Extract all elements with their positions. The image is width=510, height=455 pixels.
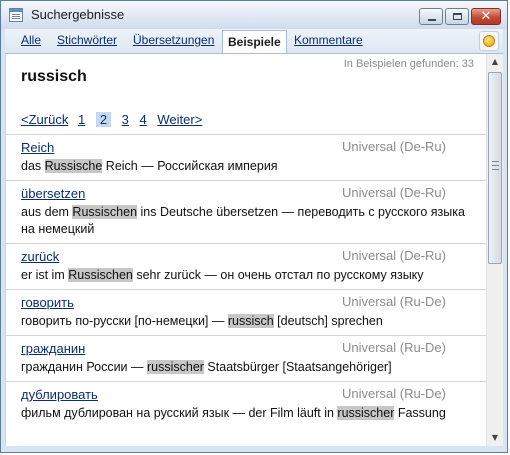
match-highlight: russischer bbox=[146, 360, 204, 374]
close-button[interactable]: ✕ bbox=[471, 8, 501, 25]
result-entry: гражданин Universal (Ru-De) гражданин Росс… bbox=[6, 335, 486, 381]
example-segment: гражданин России — bbox=[21, 360, 147, 374]
search-results-window: Suchergebnisse ✕ Alle Stichwörter Überse… bbox=[0, 0, 508, 453]
dictionary-source: Universal (De-Ru) bbox=[341, 185, 446, 200]
scroll-down-icon[interactable]: ▼ bbox=[487, 430, 503, 446]
entry-header: Reich Universal (De-Ru) bbox=[21, 139, 471, 157]
entry-header: говорить Universal (Ru-De) bbox=[21, 294, 471, 312]
entry-header: zurück Universal (De-Ru) bbox=[21, 248, 471, 266]
headword-link[interactable]: дублировать bbox=[21, 387, 98, 402]
example-segment: говорить по-русски [по-немецки] — bbox=[21, 314, 228, 328]
example-text: das Russische Reich — Российская империя bbox=[21, 158, 471, 175]
example-text: er ist im Russischen sehr zurück — он оч… bbox=[21, 267, 471, 284]
close-icon: ✕ bbox=[480, 9, 492, 24]
entry-header: гражданин Universal (Ru-De) bbox=[21, 340, 471, 358]
headword-link[interactable]: говорить bbox=[21, 295, 74, 310]
result-entry: Reich Universal (De-Ru) das Russische Reic… bbox=[6, 134, 486, 180]
title-bar[interactable]: Suchergebnisse ✕ bbox=[1, 1, 507, 29]
tab-stichwoerter[interactable]: Stichwörter bbox=[57, 33, 117, 47]
match-highlight: russisch bbox=[227, 314, 274, 328]
match-highlight: russischer bbox=[337, 406, 395, 420]
pager-page-3[interactable]: 3 bbox=[122, 112, 129, 127]
pager: <Zurück 1 2 3 4 Weiter> bbox=[21, 112, 208, 127]
tab-kommentare[interactable]: Kommentare bbox=[294, 33, 363, 47]
results-list: Reich Universal (De-Ru) das Russische Reic… bbox=[6, 134, 486, 427]
dictionary-source: Universal (De-Ru) bbox=[341, 139, 446, 154]
example-segment: Fassung bbox=[394, 406, 446, 420]
results-pane: In Beispielen gefunden: 33 russisch <Zur… bbox=[5, 54, 486, 446]
found-count: In Beispielen gefunden: 33 bbox=[343, 58, 474, 70]
grip-icon bbox=[492, 161, 499, 170]
pager-page-1[interactable]: 1 bbox=[78, 112, 85, 127]
minimize-button[interactable] bbox=[419, 8, 443, 25]
pager-prev-link[interactable]: <Zurück bbox=[21, 112, 68, 127]
search-word: russisch bbox=[21, 68, 87, 85]
example-segment: sehr zurück — он очень отстал по русском… bbox=[132, 268, 424, 282]
match-highlight: Russischen bbox=[72, 205, 138, 219]
example-text: фильм дублирован на русский язык — der F… bbox=[21, 405, 471, 422]
entry-header: übersetzen Universal (De-Ru) bbox=[21, 185, 471, 203]
tab-alle[interactable]: Alle bbox=[21, 33, 41, 47]
window-title: Suchergebnisse bbox=[31, 7, 125, 22]
result-entry: übersetzen Universal (De-Ru) aus dem Russi… bbox=[6, 180, 486, 243]
home-icon bbox=[483, 35, 495, 47]
example-segment: фильм дублирован на русский язык — der F… bbox=[21, 406, 338, 420]
result-entry: zurück Universal (De-Ru) er ist im Russisc… bbox=[6, 243, 486, 289]
example-segment: er ist im bbox=[21, 268, 69, 282]
example-text: гражданин России — russischer Staatsbürg… bbox=[21, 359, 471, 376]
dictionary-app-icon bbox=[9, 8, 23, 22]
dictionary-source: Universal (Ru-De) bbox=[341, 294, 446, 309]
example-segment: Reich — Российская империя bbox=[102, 159, 278, 173]
example-segment: aus dem bbox=[21, 205, 73, 219]
vertical-scrollbar[interactable]: ▲ ▼ bbox=[486, 54, 503, 446]
result-entry: говорить Universal (Ru-De) говорить по-рус… bbox=[6, 289, 486, 335]
example-text: говорить по-русски [по-немецки] — russis… bbox=[21, 313, 471, 330]
tab-bar: Alle Stichwörter Übersetzungen Beispiele… bbox=[5, 29, 503, 54]
dictionary-source: Universal (Ru-De) bbox=[341, 386, 446, 401]
match-highlight: Russische bbox=[44, 159, 103, 173]
scrollbar-thumb[interactable] bbox=[488, 72, 502, 264]
example-text: aus dem Russischen ins Deutsche übersetz… bbox=[21, 204, 471, 238]
example-segment: [deutsch] sprechen bbox=[273, 314, 383, 328]
headword-link[interactable]: übersetzen bbox=[21, 186, 85, 201]
maximize-button[interactable] bbox=[445, 8, 469, 25]
result-entry: дублировать Universal (Ru-De) фильм дублир… bbox=[6, 381, 486, 427]
scroll-up-icon[interactable]: ▲ bbox=[487, 54, 503, 70]
headword-link[interactable]: гражданин bbox=[21, 341, 85, 356]
dictionary-source: Universal (Ru-De) bbox=[341, 340, 446, 355]
tab-uebersetzungen[interactable]: Übersetzungen bbox=[133, 33, 214, 47]
headword-link[interactable]: zurück bbox=[21, 249, 59, 264]
entry-header: дублировать Universal (Ru-De) bbox=[21, 386, 471, 404]
headword-link[interactable]: Reich bbox=[21, 140, 54, 155]
tab-beispiele[interactable]: Beispiele bbox=[222, 30, 287, 53]
match-highlight: Russischen bbox=[68, 268, 133, 282]
minimize-icon bbox=[428, 19, 436, 21]
home-button[interactable] bbox=[479, 31, 499, 51]
example-segment: das bbox=[21, 159, 45, 173]
pager-next-link[interactable]: Weiter> bbox=[157, 112, 202, 127]
example-segment: Staatsbürger [Staatsangehöriger] bbox=[203, 360, 392, 374]
maximize-icon bbox=[453, 13, 462, 20]
dictionary-source: Universal (De-Ru) bbox=[341, 248, 446, 263]
pager-page-4[interactable]: 4 bbox=[140, 112, 147, 127]
pager-page-2: 2 bbox=[95, 112, 112, 127]
